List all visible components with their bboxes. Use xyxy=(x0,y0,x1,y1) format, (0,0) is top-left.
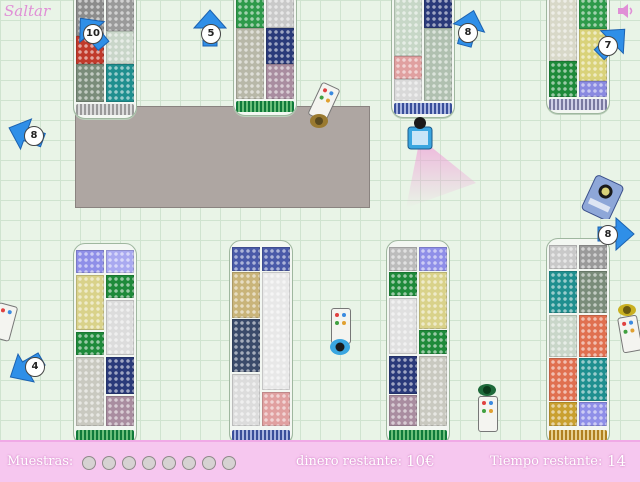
sample-slot xyxy=(142,456,156,470)
time-value: 14 xyxy=(607,452,627,470)
speaker-icon[interactable] xyxy=(616,3,636,19)
sample-slot xyxy=(82,456,96,470)
product-bag-icon[interactable] xyxy=(580,175,626,219)
player-cart[interactable] xyxy=(406,117,434,151)
direction-arrow: 5 xyxy=(190,8,230,48)
sample-slot xyxy=(182,456,196,470)
shelf-aisle xyxy=(233,0,297,116)
shopper-icon xyxy=(330,339,350,355)
shopper-cart xyxy=(478,396,498,432)
shopper-icon xyxy=(618,304,636,316)
direction-arrow: 4 xyxy=(6,348,46,388)
shopper-cart xyxy=(617,314,640,354)
sample-slot xyxy=(202,456,216,470)
shopper-icon xyxy=(478,384,496,396)
direction-arrow: 8 xyxy=(449,8,489,48)
direction-arrow: 10 xyxy=(72,12,112,52)
samples-label: Muestras: xyxy=(7,454,74,469)
money-value: 10€ xyxy=(406,452,435,470)
arrow-number: 5 xyxy=(201,24,221,44)
shopper-icon xyxy=(310,114,328,128)
shelf-aisle xyxy=(73,243,137,440)
status-bar: Muestras: dinero restante: 10€ Tiempo re… xyxy=(0,440,640,482)
money-label: dinero restante: xyxy=(296,454,402,469)
direction-arrow: 8 xyxy=(6,114,46,154)
shopper-cart xyxy=(0,302,19,342)
store-floor: Saltar 10 5 8 7 8 8 4 xyxy=(0,0,640,440)
shelf-aisle xyxy=(546,238,610,440)
time-label: Tiempo restante: xyxy=(490,454,603,469)
arrow-number: 8 xyxy=(24,126,44,146)
samples-tracker xyxy=(82,456,236,470)
sample-slot xyxy=(102,456,116,470)
arrow-number: 8 xyxy=(598,225,618,245)
arrow-number: 10 xyxy=(83,24,103,44)
sample-slot xyxy=(122,456,136,470)
sample-slot xyxy=(162,456,176,470)
shelf-aisle xyxy=(229,240,293,440)
shelf-aisle xyxy=(391,0,455,118)
sample-slot xyxy=(222,456,236,470)
skip-button[interactable]: Saltar xyxy=(4,2,50,20)
arrow-number: 8 xyxy=(458,23,478,43)
direction-arrow: 8 xyxy=(596,214,636,254)
arrow-number: 7 xyxy=(598,36,618,56)
arrow-number: 4 xyxy=(25,357,45,377)
direction-arrow: 7 xyxy=(592,22,632,62)
shelf-aisle xyxy=(386,240,450,440)
